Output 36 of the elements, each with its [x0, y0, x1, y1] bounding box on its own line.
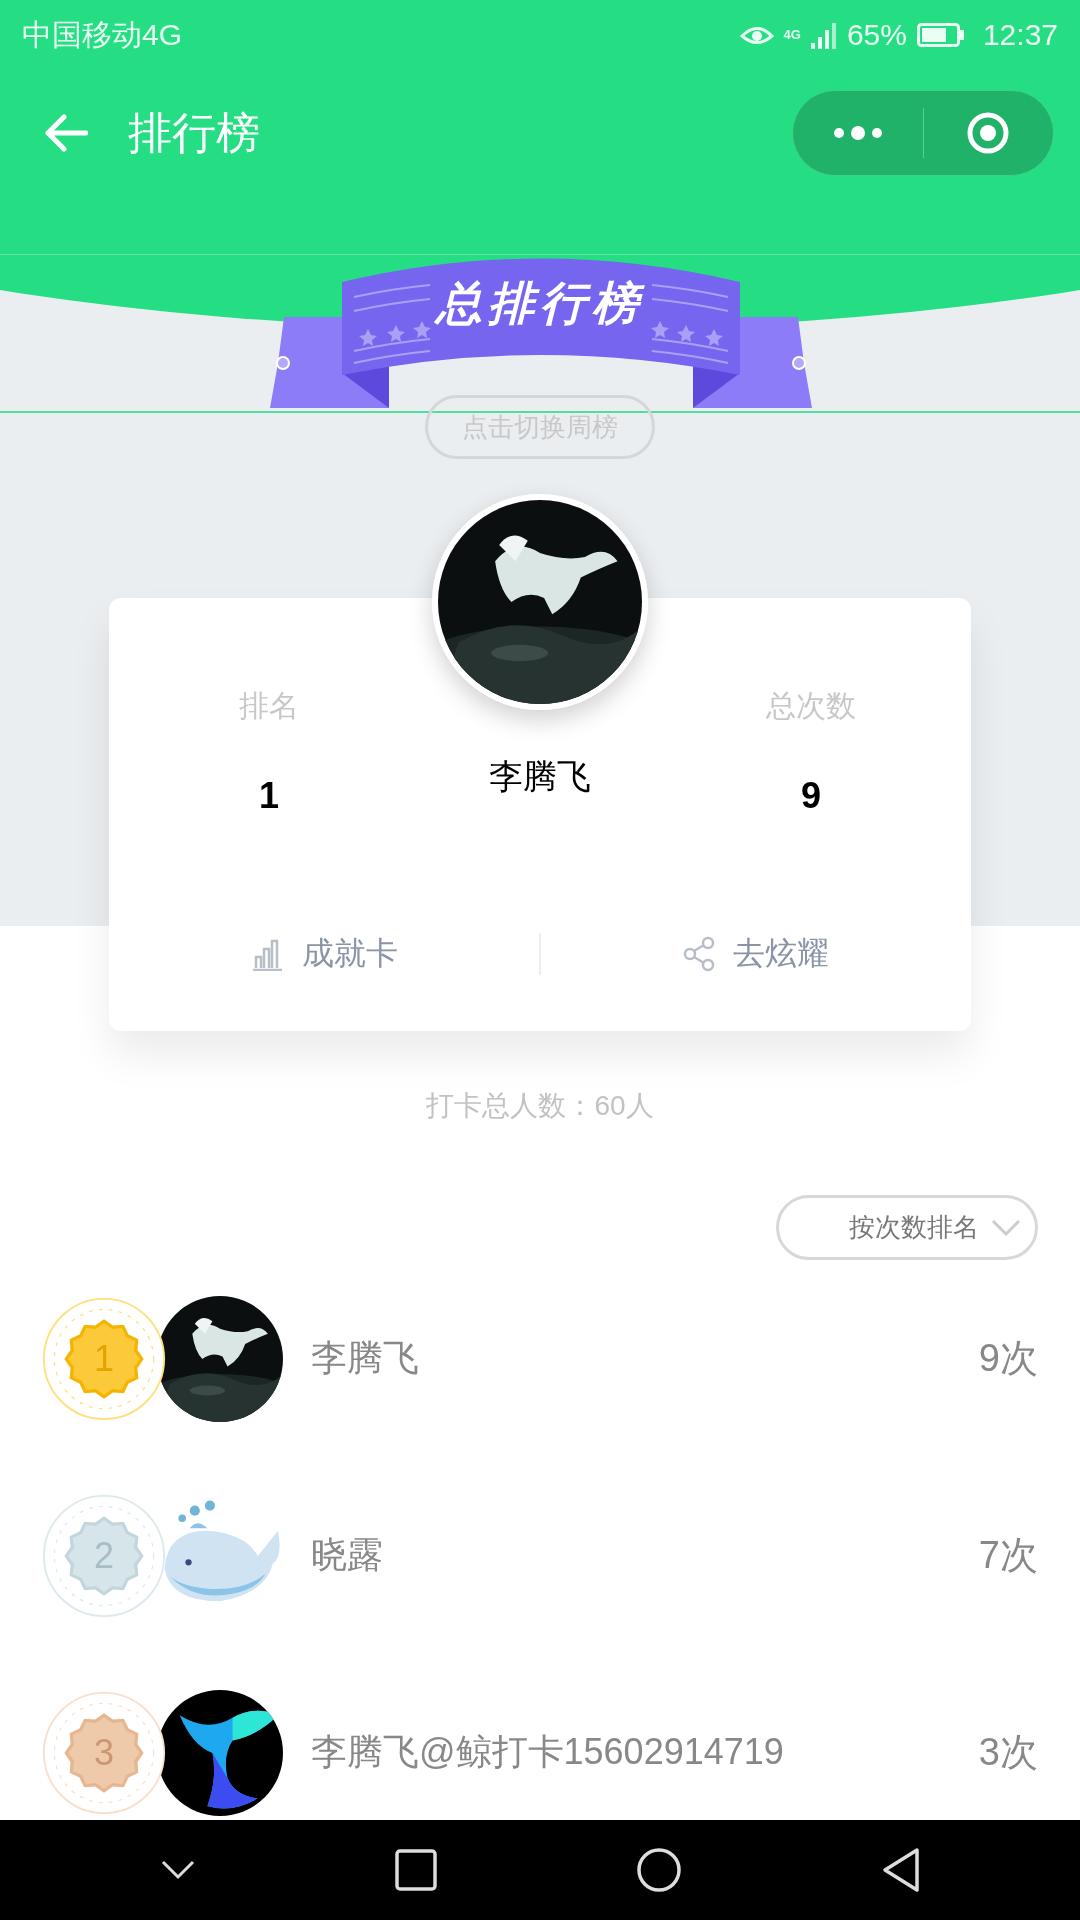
clock: 12:37: [982, 18, 1058, 52]
medal-rank: 1: [93, 1338, 115, 1379]
share-icon: [683, 936, 715, 972]
total-label: 总次数: [766, 688, 856, 724]
battery-icon: [916, 23, 965, 47]
back-icon[interactable]: [880, 1847, 921, 1893]
member-name: 李腾飞@鲸打卡15602914719: [311, 1730, 785, 1774]
share-button[interactable]: 去炫耀: [541, 924, 971, 984]
more-icon: [832, 125, 883, 141]
bar-chart-icon: [250, 937, 284, 971]
member-name: 李腾飞: [311, 1336, 420, 1380]
banner-title: 总排行榜: [436, 276, 644, 331]
participant-count: 打卡总人数：60人: [426, 1090, 654, 1121]
home-icon[interactable]: [635, 1847, 682, 1893]
checkin-count: 9次: [978, 1336, 1038, 1381]
achievement-card-button[interactable]: 成就卡: [109, 924, 539, 984]
target-icon: [966, 111, 1011, 155]
recent-apps-icon[interactable]: [394, 1849, 437, 1891]
medal-icon: [42, 1494, 166, 1617]
medal-icon: [42, 1297, 166, 1420]
rank-label: 排名: [239, 688, 299, 724]
hide-keyboard-icon[interactable]: [159, 1859, 196, 1881]
page-title: 排行榜: [128, 106, 261, 159]
user-name: 李腾飞: [489, 756, 591, 796]
battery-percent: 65%: [846, 18, 907, 52]
checkin-count: 7次: [978, 1533, 1038, 1578]
member-name: 晓露: [311, 1533, 384, 1577]
signal-icon: [810, 21, 837, 49]
sort-dropdown[interactable]: 按次数排名: [776, 1195, 1038, 1260]
chevron-down-icon: [991, 1218, 1021, 1237]
total-value: 9: [801, 776, 821, 816]
carrier-text: 中国移动4G: [22, 16, 183, 53]
medal-icon: [42, 1691, 166, 1814]
network-label: 4G: [783, 29, 801, 41]
checkin-count: 3次: [978, 1730, 1038, 1775]
rank-value: 1: [259, 776, 279, 816]
